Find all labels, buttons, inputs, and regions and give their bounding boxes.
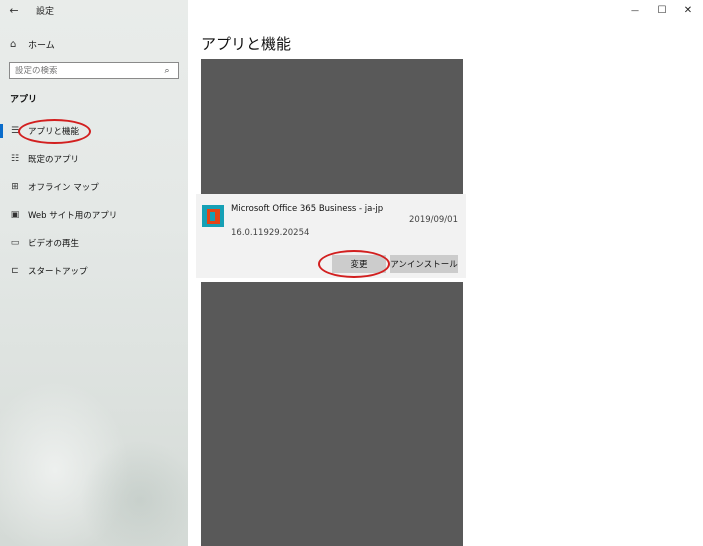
search-input[interactable] bbox=[10, 65, 160, 76]
app-name: Microsoft Office 365 Business - ja-jp bbox=[231, 204, 384, 214]
sidebar-item-home[interactable]: ⌂ ホーム bbox=[10, 36, 55, 52]
map-icon: ⊞ bbox=[11, 182, 19, 192]
sidebar-item-label: スタートアップ bbox=[28, 267, 88, 277]
background-decoration bbox=[80, 440, 188, 546]
sidebar-item-offline-maps[interactable]: ⊞ オフライン マップ bbox=[0, 177, 188, 197]
window-title: 設定 bbox=[36, 6, 55, 17]
default-apps-icon: ☷ bbox=[10, 154, 20, 164]
sidebar-item-label: オフライン マップ bbox=[28, 183, 99, 193]
maximize-icon: ☐ bbox=[657, 4, 667, 16]
uninstall-button[interactable]: アンインストール bbox=[390, 255, 458, 273]
search-box[interactable]: ⌕ bbox=[9, 62, 179, 79]
minimize-icon: — bbox=[631, 5, 639, 15]
sidebar-item-label: アプリと機能 bbox=[28, 127, 80, 137]
redacted-block bbox=[201, 59, 463, 194]
title-bar: ← 設定 bbox=[0, 0, 188, 20]
home-label: ホーム bbox=[28, 40, 55, 51]
sidebar-item-startup[interactable]: ⊏ スタートアップ bbox=[0, 261, 188, 281]
home-icon: ⌂ bbox=[10, 38, 17, 50]
app-version: 16.0.11929.20254 bbox=[231, 228, 310, 238]
close-icon: ✕ bbox=[683, 4, 693, 16]
sidebar-item-label: 既定のアプリ bbox=[28, 155, 80, 165]
minimize-button[interactable]: — bbox=[620, 0, 650, 20]
office-app-icon bbox=[202, 205, 224, 227]
sidebar: ← 設定 ⌂ ホーム ⌕ アプリ ☰ アプリと機能 ☷ 既定のアプリ ⊞ オフラ… bbox=[0, 0, 188, 546]
sidebar-item-label: Web サイト用のアプリ bbox=[28, 211, 118, 221]
website-icon: ▣ bbox=[10, 210, 20, 220]
sidebar-item-default-apps[interactable]: ☷ 既定のアプリ bbox=[0, 149, 188, 169]
startup-icon: ⊏ bbox=[11, 266, 19, 276]
sidebar-item-label: ビデオの再生 bbox=[28, 239, 80, 249]
sidebar-item-apps-and-features[interactable]: ☰ アプリと機能 bbox=[0, 121, 188, 141]
search-icon[interactable]: ⌕ bbox=[160, 66, 174, 76]
modify-button[interactable]: 変更 bbox=[332, 255, 386, 273]
video-icon: ▭ bbox=[10, 238, 20, 248]
close-button[interactable]: ✕ bbox=[673, 0, 703, 20]
app-list-item[interactable]: Microsoft Office 365 Business - ja-jp 20… bbox=[196, 194, 466, 278]
page-title: アプリと機能 bbox=[201, 35, 292, 53]
back-button[interactable]: ← bbox=[0, 0, 28, 20]
back-arrow-icon: ← bbox=[9, 3, 19, 17]
sidebar-item-video-playback[interactable]: ▭ ビデオの再生 bbox=[0, 233, 188, 253]
section-title: アプリ bbox=[10, 95, 38, 105]
selection-indicator bbox=[0, 124, 3, 138]
sidebar-item-apps-for-websites[interactable]: ▣ Web サイト用のアプリ bbox=[0, 205, 188, 225]
redacted-block bbox=[201, 282, 463, 546]
list-icon: ☰ bbox=[10, 126, 20, 136]
app-install-date: 2019/09/01 bbox=[409, 215, 458, 225]
